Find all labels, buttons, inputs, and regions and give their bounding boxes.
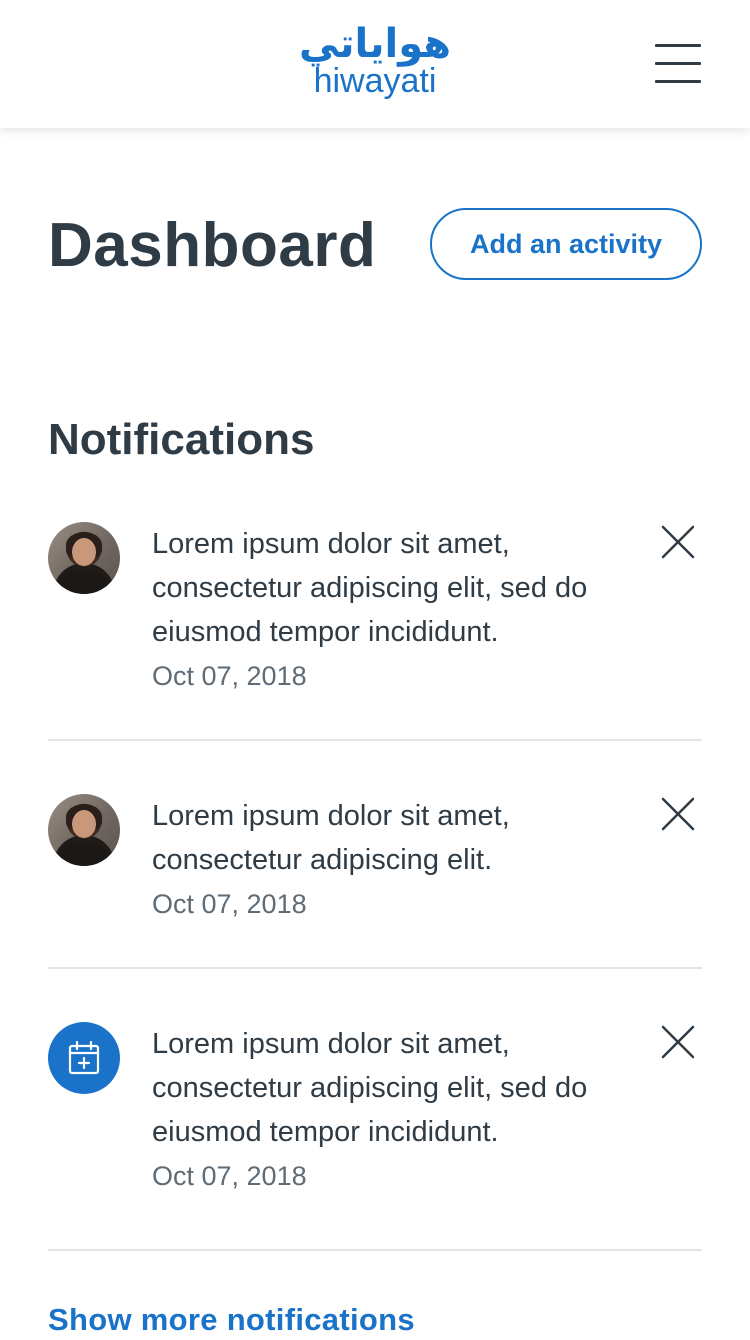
- notification-date: Oct 07, 2018: [152, 889, 307, 919]
- notification-text: Lorem ipsum dolor sit amet, consectetur …: [152, 1028, 588, 1148]
- menu-line: [655, 62, 701, 65]
- user-avatar: [48, 794, 120, 866]
- hiwayati-logo[interactable]: هواياتي hiwayati: [290, 20, 460, 116]
- avatar-body: [60, 572, 108, 594]
- notification-date: Oct 07, 2018: [152, 661, 307, 691]
- menu-line: [655, 80, 701, 83]
- menu-line: [655, 44, 701, 47]
- page-title: Dashboard: [48, 211, 377, 280]
- notification-text: Lorem ipsum dolor sit amet, consectetur …: [152, 800, 510, 876]
- notification-message: Lorem ipsum dolor sit amet, consectetur …: [152, 794, 652, 924]
- hamburger-menu-icon[interactable]: [652, 42, 704, 86]
- logo-arabic-text: هواياتي: [298, 21, 452, 67]
- app-header: هواياتي hiwayati: [0, 0, 750, 128]
- divider: [48, 967, 702, 969]
- notification-text: Lorem ipsum dolor sit amet, consectetur …: [152, 528, 588, 648]
- add-activity-button[interactable]: Add an activity: [430, 208, 702, 280]
- divider: [48, 739, 702, 741]
- notifications-title: Notifications: [48, 415, 315, 464]
- close-icon[interactable]: [658, 1022, 698, 1062]
- avatar-face: [72, 538, 96, 566]
- user-avatar: [48, 522, 120, 594]
- notification-date: Oct 07, 2018: [152, 1161, 307, 1191]
- close-icon[interactable]: [658, 794, 698, 834]
- divider: [48, 1249, 702, 1251]
- show-more-notifications-link[interactable]: Show more notifications: [48, 1300, 415, 1340]
- avatar-face: [72, 810, 96, 838]
- close-icon[interactable]: [658, 522, 698, 562]
- notification-item: Lorem ipsum dolor sit amet, consectetur …: [48, 1022, 702, 1202]
- logo-text: hiwayati: [313, 62, 437, 100]
- notification-item: Lorem ipsum dolor sit amet, consectetur …: [48, 794, 702, 934]
- notification-message: Lorem ipsum dolor sit amet, consectetur …: [152, 522, 652, 696]
- notification-item: Lorem ipsum dolor sit amet, consectetur …: [48, 522, 702, 702]
- avatar-body: [60, 844, 108, 866]
- notification-message: Lorem ipsum dolor sit amet, consectetur …: [152, 1022, 652, 1196]
- calendar-add-icon: [48, 1022, 120, 1094]
